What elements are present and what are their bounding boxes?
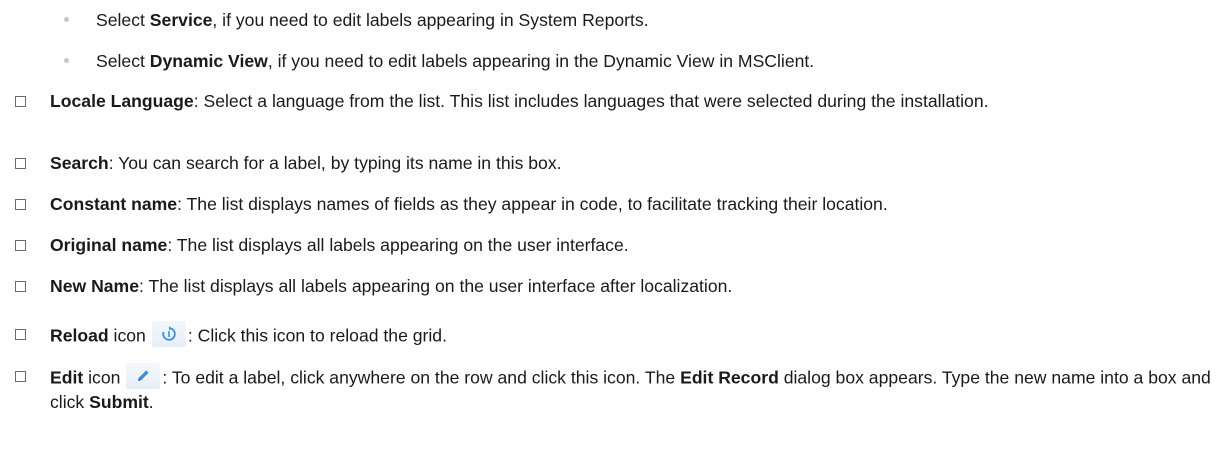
list-item-new-name: New Name: The list displays all labels a… bbox=[0, 276, 1221, 300]
sub-bullet-text: Select Dynamic View, if you need to edit… bbox=[96, 51, 815, 71]
list-item-locale-language: Locale Language: Select a language from … bbox=[0, 91, 1221, 137]
sub-bullet-item-service: Select Service, if you need to edit labe… bbox=[0, 10, 1221, 34]
list-item-text: New Name: The list displays all labels a… bbox=[50, 276, 733, 296]
list-item-edit: Edit icon: To edit a label, click anywhe… bbox=[0, 363, 1221, 415]
list-item-original-name: Original name: The list displays all lab… bbox=[0, 235, 1221, 259]
checkbox-bullet-icon bbox=[15, 240, 26, 251]
dot-bullet-icon bbox=[64, 17, 69, 22]
list-item-search: Search: You can search for a label, by t… bbox=[0, 153, 1221, 177]
sub-bullet-item-dynamic-view: Select Dynamic View, if you need to edit… bbox=[0, 51, 1221, 75]
list-item-reload: Reload icon: Click this icon to reload t… bbox=[0, 321, 1221, 351]
checkbox-bullet-icon bbox=[15, 158, 26, 169]
checkbox-bullet-icon bbox=[15, 199, 26, 210]
checkbox-bullet-icon bbox=[15, 281, 26, 292]
sub-bullet-text: Select Service, if you need to edit labe… bbox=[96, 10, 649, 30]
reload-icon bbox=[151, 321, 186, 347]
list-item-text: Original name: The list displays all lab… bbox=[50, 235, 629, 255]
list-item-text: Edit icon: To edit a label, click anywhe… bbox=[50, 363, 1213, 413]
list-item-constant-name: Constant name: The list displays names o… bbox=[0, 194, 1221, 218]
list-item-text: Locale Language: Select a language from … bbox=[50, 91, 989, 111]
list-item-text: Constant name: The list displays names o… bbox=[50, 194, 888, 214]
document-page: Select Service, if you need to edit labe… bbox=[0, 0, 1221, 459]
list-item-text: Reload icon: Click this icon to reload t… bbox=[50, 321, 1213, 350]
list-item-text: Search: You can search for a label, by t… bbox=[50, 153, 562, 173]
checkbox-bullet-icon bbox=[15, 329, 26, 340]
checkbox-bullet-icon bbox=[15, 371, 26, 382]
dot-bullet-icon bbox=[64, 58, 69, 63]
pencil-icon bbox=[126, 363, 161, 389]
checkbox-bullet-icon bbox=[15, 96, 26, 107]
